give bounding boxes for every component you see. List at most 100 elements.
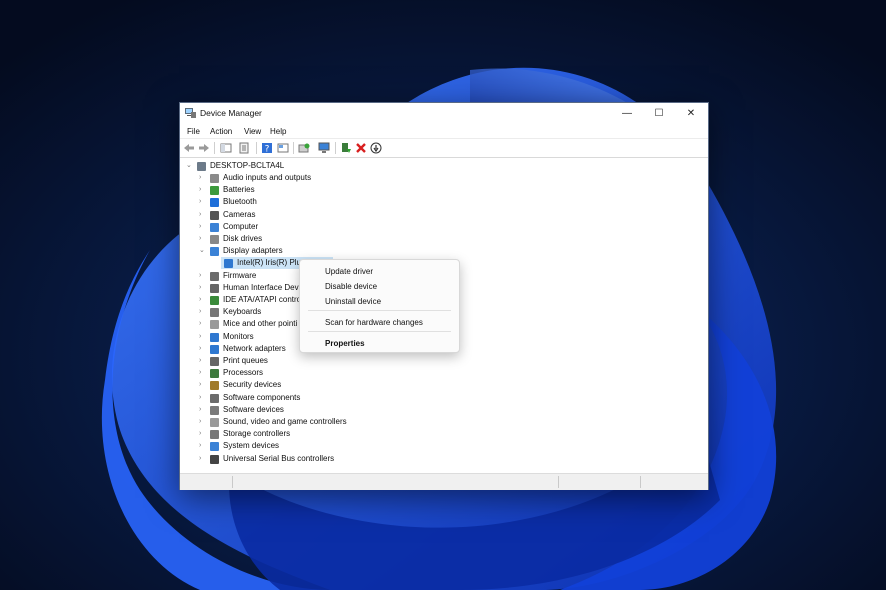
hid-icon xyxy=(210,283,219,293)
monitor-icon[interactable] xyxy=(318,142,330,154)
expand-chevron-icon[interactable]: › xyxy=(199,393,205,403)
tree-item-computer[interactable]: › Computer xyxy=(181,221,701,233)
expand-chevron-icon[interactable]: › xyxy=(199,222,205,232)
security-icon xyxy=(210,381,219,391)
menu-file[interactable]: File xyxy=(187,127,200,136)
speaker-icon xyxy=(210,174,219,183)
tree-item-cpu[interactable]: › Processors xyxy=(181,367,701,379)
toolbar-separator xyxy=(335,142,336,154)
expand-chevron-icon[interactable]: › xyxy=(199,356,205,366)
forward-icon[interactable] xyxy=(198,142,210,154)
expand-chevron-icon[interactable]: › xyxy=(199,417,205,427)
expand-chevron-icon[interactable]: › xyxy=(199,197,205,207)
tree-item-sound[interactable]: › Sound, video and game controllers xyxy=(181,416,701,428)
disable-icon[interactable] xyxy=(370,142,382,154)
toolbar-separator xyxy=(293,142,294,154)
uninstall-icon[interactable] xyxy=(355,142,367,154)
disk-icon xyxy=(210,235,219,244)
expand-chevron-icon[interactable]: › xyxy=(199,210,205,220)
expand-chevron-icon[interactable]: › xyxy=(199,185,205,195)
maximize-button[interactable]: ☐ xyxy=(643,103,675,124)
context-menu: Update driver Disable device Uninstall d… xyxy=(299,259,460,353)
menu-uninstall-device[interactable]: Uninstall device xyxy=(325,297,381,306)
menu-view[interactable]: View xyxy=(244,127,261,136)
tree-item-label: Batteries xyxy=(223,185,255,195)
toolbar-separator xyxy=(256,142,257,154)
view-icon[interactable] xyxy=(277,142,289,154)
tree-item-battery[interactable]: › Batteries xyxy=(181,184,701,196)
minimize-button[interactable]: — xyxy=(611,103,643,124)
menu-action[interactable]: Action xyxy=(210,127,232,136)
menu-properties[interactable]: Properties xyxy=(325,339,365,348)
expand-chevron-icon[interactable]: › xyxy=(199,380,205,390)
scan-icon[interactable] xyxy=(298,142,310,154)
expand-chevron-icon[interactable]: › xyxy=(199,283,205,293)
expand-chevron-icon[interactable]: › xyxy=(199,295,205,305)
expand-chevron-icon[interactable]: › xyxy=(199,344,205,354)
tree-root-label: DESKTOP-BCLTA4L xyxy=(210,161,285,170)
tree-item-bluetooth[interactable]: › Bluetooth xyxy=(181,196,701,208)
tree-item-software[interactable]: › Software devices xyxy=(181,404,701,416)
expand-chevron-icon[interactable]: › xyxy=(199,441,205,451)
tree-item-component[interactable]: › Software components xyxy=(181,392,701,404)
update-driver-icon[interactable] xyxy=(340,142,352,154)
system-icon xyxy=(210,442,219,452)
tree-item-speaker[interactable]: › Audio inputs and outputs xyxy=(181,172,701,184)
tree-item-label: System devices xyxy=(223,441,280,451)
collapse-chevron-icon[interactable]: ⌄ xyxy=(186,161,192,171)
toolbar-separator xyxy=(214,142,215,154)
tree-item-printer[interactable]: › Print queues xyxy=(181,355,701,367)
network-icon xyxy=(210,344,219,354)
expand-chevron-icon[interactable]: › xyxy=(199,368,205,378)
menu-disable-device[interactable]: Disable device xyxy=(325,282,377,291)
expand-chevron-icon[interactable]: › xyxy=(199,173,205,183)
tree-item-disk[interactable]: › Disk drives xyxy=(181,233,701,245)
collapse-chevron-icon[interactable]: ⌄ xyxy=(199,246,205,256)
expand-chevron-icon[interactable]: › xyxy=(199,332,205,342)
tree-item-label: Software devices xyxy=(223,404,284,414)
expand-chevron-icon[interactable]: › xyxy=(199,454,205,464)
expand-chevron-icon[interactable]: › xyxy=(199,307,205,317)
menu-help[interactable]: Help xyxy=(270,127,286,136)
chip-icon xyxy=(210,271,219,281)
tree-item-label: Disk drives xyxy=(223,234,263,243)
expand-chevron-icon[interactable]: › xyxy=(199,405,205,415)
status-bar xyxy=(180,473,708,490)
tree-item-system[interactable]: › System devices xyxy=(181,440,701,452)
printer-icon xyxy=(210,357,219,366)
status-separator xyxy=(558,476,559,488)
expand-chevron-icon[interactable]: › xyxy=(199,429,205,439)
tree-item-label: Firmware xyxy=(223,270,257,280)
computer-icon xyxy=(210,222,219,232)
toolbar: ? xyxy=(180,138,708,158)
status-separator xyxy=(232,476,233,488)
tree-item-display[interactable]: ⌄ Display adapters xyxy=(181,245,701,257)
tree-item-label: Display adapters xyxy=(223,246,283,256)
title-bar[interactable]: Device Manager — ☐ ✕ xyxy=(180,103,708,124)
tree-item-camera[interactable]: › Cameras xyxy=(181,209,701,221)
close-button[interactable]: ✕ xyxy=(675,103,707,124)
svg-text:?: ? xyxy=(265,145,270,155)
expand-chevron-icon[interactable]: › xyxy=(199,234,205,244)
battery-icon xyxy=(210,186,219,196)
sound-icon xyxy=(210,418,219,427)
show-hide-tree-icon[interactable] xyxy=(220,142,232,154)
tree-item-usb[interactable]: › Universal Serial Bus controllers xyxy=(181,453,701,465)
ide-icon xyxy=(210,296,219,305)
tree-item-label: IDE ATA/ATAPI controll xyxy=(223,295,305,304)
mouse-icon xyxy=(210,320,219,330)
tree-item-storage[interactable]: › Storage controllers xyxy=(181,428,701,440)
tree-item-label: Monitors xyxy=(223,331,254,341)
display-icon xyxy=(210,247,219,257)
properties-icon[interactable] xyxy=(238,142,250,154)
tree-root[interactable]: ⌄ DESKTOP-BCLTA4L xyxy=(181,160,701,172)
back-icon[interactable] xyxy=(183,142,195,154)
tree-item-security[interactable]: › Security devices xyxy=(181,379,701,391)
tree-item-label: Cameras xyxy=(223,209,256,219)
menu-scan-hardware[interactable]: Scan for hardware changes xyxy=(325,318,423,327)
help-icon[interactable]: ? xyxy=(261,142,273,154)
expand-chevron-icon[interactable]: › xyxy=(199,271,205,281)
menu-update-driver[interactable]: Update driver xyxy=(325,267,373,276)
tree-item-label: Network adapters xyxy=(223,343,286,353)
expand-chevron-icon[interactable]: › xyxy=(199,319,205,329)
